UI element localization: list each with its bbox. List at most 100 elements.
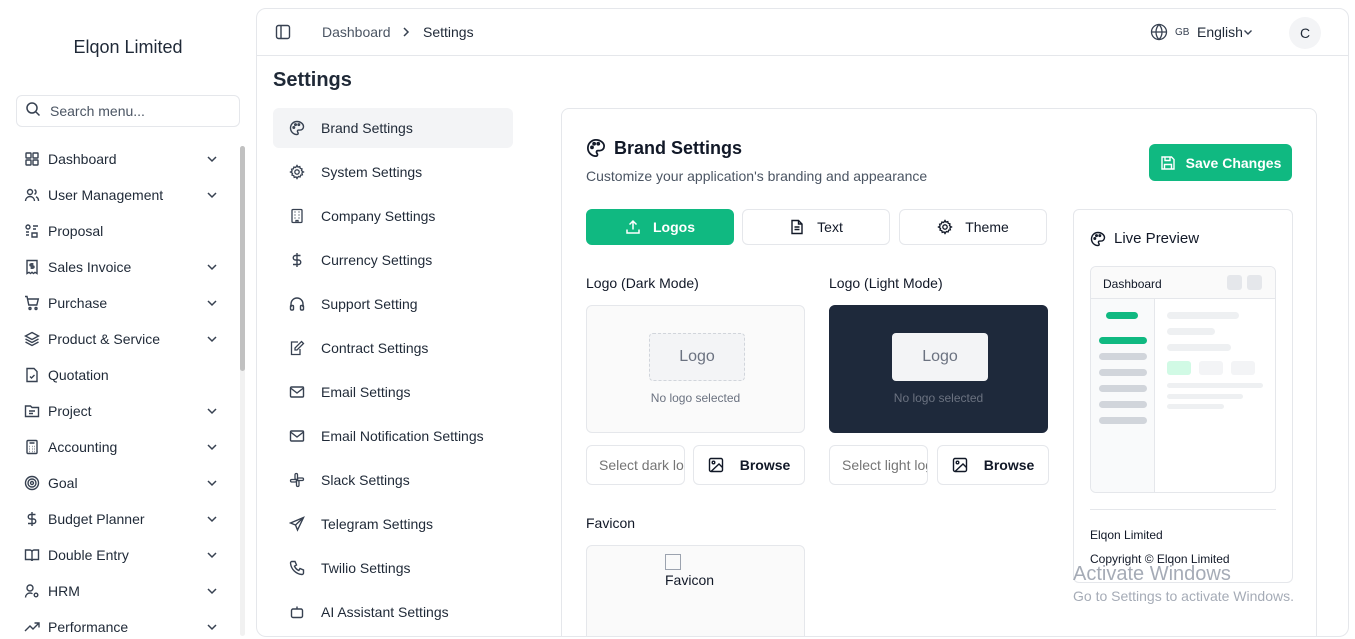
sidebar-item-label: User Management <box>48 187 164 203</box>
search-icon <box>25 101 41 122</box>
settings-nav-email[interactable]: Email Settings <box>273 372 513 412</box>
chevron-down-icon <box>207 552 217 559</box>
chevron-down-icon[interactable] <box>1243 27 1253 37</box>
headphones-icon <box>289 296 305 312</box>
logo-light-file-input[interactable] <box>829 445 928 485</box>
sidebar-item-label: Dashboard <box>48 151 117 167</box>
globe-icon[interactable] <box>1150 23 1168 41</box>
mail-icon <box>289 384 305 400</box>
sidebar-item-quotation[interactable]: Quotation <box>16 357 236 393</box>
sidebar-item-label: HRM <box>48 583 80 599</box>
favicon-preview[interactable]: Favicon <box>586 545 805 636</box>
sidebar-item-product-service[interactable]: Product & Service <box>16 321 236 357</box>
live-preview: Live Preview Dashboard Elqon Limited Cop… <box>1073 209 1293 583</box>
tab-text[interactable]: Text <box>742 209 890 245</box>
logo-dark-preview[interactable]: Logo No logo selected <box>586 305 805 433</box>
sidebar-item-budget-planner[interactable]: Budget Planner <box>16 501 236 537</box>
settings-nav-brand[interactable]: Brand Settings <box>273 108 513 148</box>
browse-label: Browse <box>739 457 791 473</box>
chevron-down-icon <box>207 408 217 415</box>
sidebar-item-sales-invoice[interactable]: Sales Invoice <box>16 249 236 285</box>
settings-nav-label: AI Assistant Settings <box>321 604 449 620</box>
logo-placeholder: Logo <box>892 333 988 381</box>
building-icon <box>289 208 305 224</box>
logo-light-label: Logo (Light Mode) <box>829 275 943 291</box>
search-input[interactable] <box>50 103 220 119</box>
logo-dark-file-input[interactable] <box>586 445 685 485</box>
sidebar-item-double-entry[interactable]: Double Entry <box>16 537 236 573</box>
chevron-down-icon <box>207 516 217 523</box>
sidebar-toggle-icon[interactable] <box>275 24 291 40</box>
mini-dashboard-preview: Dashboard <box>1090 266 1276 493</box>
broken-image-icon <box>665 554 681 570</box>
cart-icon <box>24 295 40 311</box>
dollar-icon <box>289 252 305 268</box>
mini-chip <box>1231 361 1255 375</box>
language-flag: GB <box>1175 27 1190 38</box>
target-icon <box>24 475 40 491</box>
chevron-down-icon <box>207 192 217 199</box>
favicon-alt-text: Favicon <box>665 572 715 588</box>
mini-logo-bar <box>1106 312 1138 319</box>
mini-content-line <box>1167 344 1231 351</box>
breadcrumb-current: Settings <box>423 24 474 40</box>
settings-nav-twilio[interactable]: Twilio Settings <box>273 548 513 588</box>
settings-nav-label: Brand Settings <box>321 120 413 136</box>
sidebar-menu: Dashboard User Management Proposal Sales… <box>16 141 236 639</box>
mini-nav-item <box>1099 401 1147 408</box>
save-changes-button[interactable]: Save Changes <box>1149 144 1292 181</box>
save-icon <box>1160 155 1175 170</box>
mini-nav-item <box>1099 417 1147 424</box>
sidebar-item-dashboard[interactable]: Dashboard <box>16 141 236 177</box>
search-menu[interactable] <box>16 95 240 127</box>
sidebar-item-goal[interactable]: Goal <box>16 465 236 501</box>
settings-nav-support[interactable]: Support Setting <box>273 284 513 324</box>
browse-dark-logo-button[interactable]: Browse <box>693 445 805 485</box>
sidebar-item-performance[interactable]: Performance <box>16 609 236 639</box>
settings-nav-slack[interactable]: Slack Settings <box>273 460 513 500</box>
sidebar-item-hrm[interactable]: HRM <box>16 573 236 609</box>
logo-dark-label: Logo (Dark Mode) <box>586 275 699 291</box>
sidebar-item-proposal[interactable]: Proposal <box>16 213 236 249</box>
sidebar-item-accounting[interactable]: Accounting <box>16 429 236 465</box>
settings-nav-label: Twilio Settings <box>321 560 411 576</box>
mini-content-line <box>1167 404 1224 409</box>
breadcrumb-dashboard[interactable]: Dashboard <box>322 24 391 40</box>
settings-nav-ai-assistant[interactable]: AI Assistant Settings <box>273 592 513 632</box>
sidebar-item-label: Sales Invoice <box>48 259 132 275</box>
settings-nav-telegram[interactable]: Telegram Settings <box>273 504 513 544</box>
sidebar-item-user-management[interactable]: User Management <box>16 177 236 213</box>
settings-nav-email-notification[interactable]: Email Notification Settings <box>273 416 513 456</box>
user-cog-icon <box>24 583 40 599</box>
palette-icon <box>587 138 606 158</box>
logo-status: No logo selected <box>650 391 741 405</box>
logo-light-preview[interactable]: Logo No logo selected <box>829 305 1048 433</box>
browse-label: Browse <box>983 457 1035 473</box>
sidebar-scrollbar[interactable] <box>240 146 245 371</box>
settings-nav-currency[interactable]: Currency Settings <box>273 240 513 280</box>
gear-icon <box>937 219 953 235</box>
mini-nav-item <box>1099 353 1147 360</box>
sidebar-item-purchase[interactable]: Purchase <box>16 285 236 321</box>
folder-icon <box>24 403 40 419</box>
settings-nav-contract[interactable]: Contract Settings <box>273 328 513 368</box>
settings-nav-system[interactable]: System Settings <box>273 152 513 192</box>
language-select[interactable]: English <box>1197 24 1243 40</box>
sidebar-item-project[interactable]: Project <box>16 393 236 429</box>
mini-nav-item <box>1099 385 1147 392</box>
card-title: Brand Settings <box>614 138 743 158</box>
chevron-down-icon <box>207 300 217 307</box>
logo-status: No logo selected <box>893 391 984 405</box>
avatar[interactable]: C <box>1289 17 1321 49</box>
calculator-icon <box>24 439 40 455</box>
settings-nav-company[interactable]: Company Settings <box>273 196 513 236</box>
tab-logos[interactable]: Logos <box>586 209 734 245</box>
tab-theme[interactable]: Theme <box>899 209 1047 245</box>
chevron-down-icon <box>207 480 217 487</box>
chevron-down-icon <box>207 588 217 595</box>
tab-label: Theme <box>965 219 1009 235</box>
browse-light-logo-button[interactable]: Browse <box>937 445 1049 485</box>
app: Elqon Limited Dashboard User Management <box>0 0 1355 639</box>
invoice-icon <box>24 259 40 275</box>
sidebar-item-label: Product & Service <box>48 331 161 347</box>
